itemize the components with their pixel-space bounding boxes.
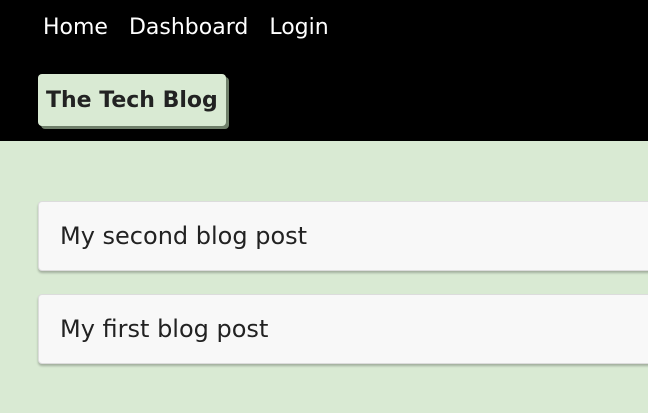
nav-link-login[interactable]: Login (269, 13, 328, 43)
nav-link-home[interactable]: Home (43, 13, 108, 43)
post-card[interactable]: My second blog post (38, 201, 648, 271)
site-header: Home Dashboard Login The Tech Blog (0, 0, 648, 141)
post-title: My first blog post (60, 315, 269, 343)
nav-link-dashboard[interactable]: Dashboard (129, 13, 248, 43)
post-title: My second blog post (60, 222, 308, 250)
post-list: My second blog post My first blog post (38, 201, 648, 387)
post-card[interactable]: My first blog post (38, 294, 648, 364)
site-title[interactable]: The Tech Blog (38, 74, 226, 126)
top-nav: Home Dashboard Login (43, 13, 350, 43)
